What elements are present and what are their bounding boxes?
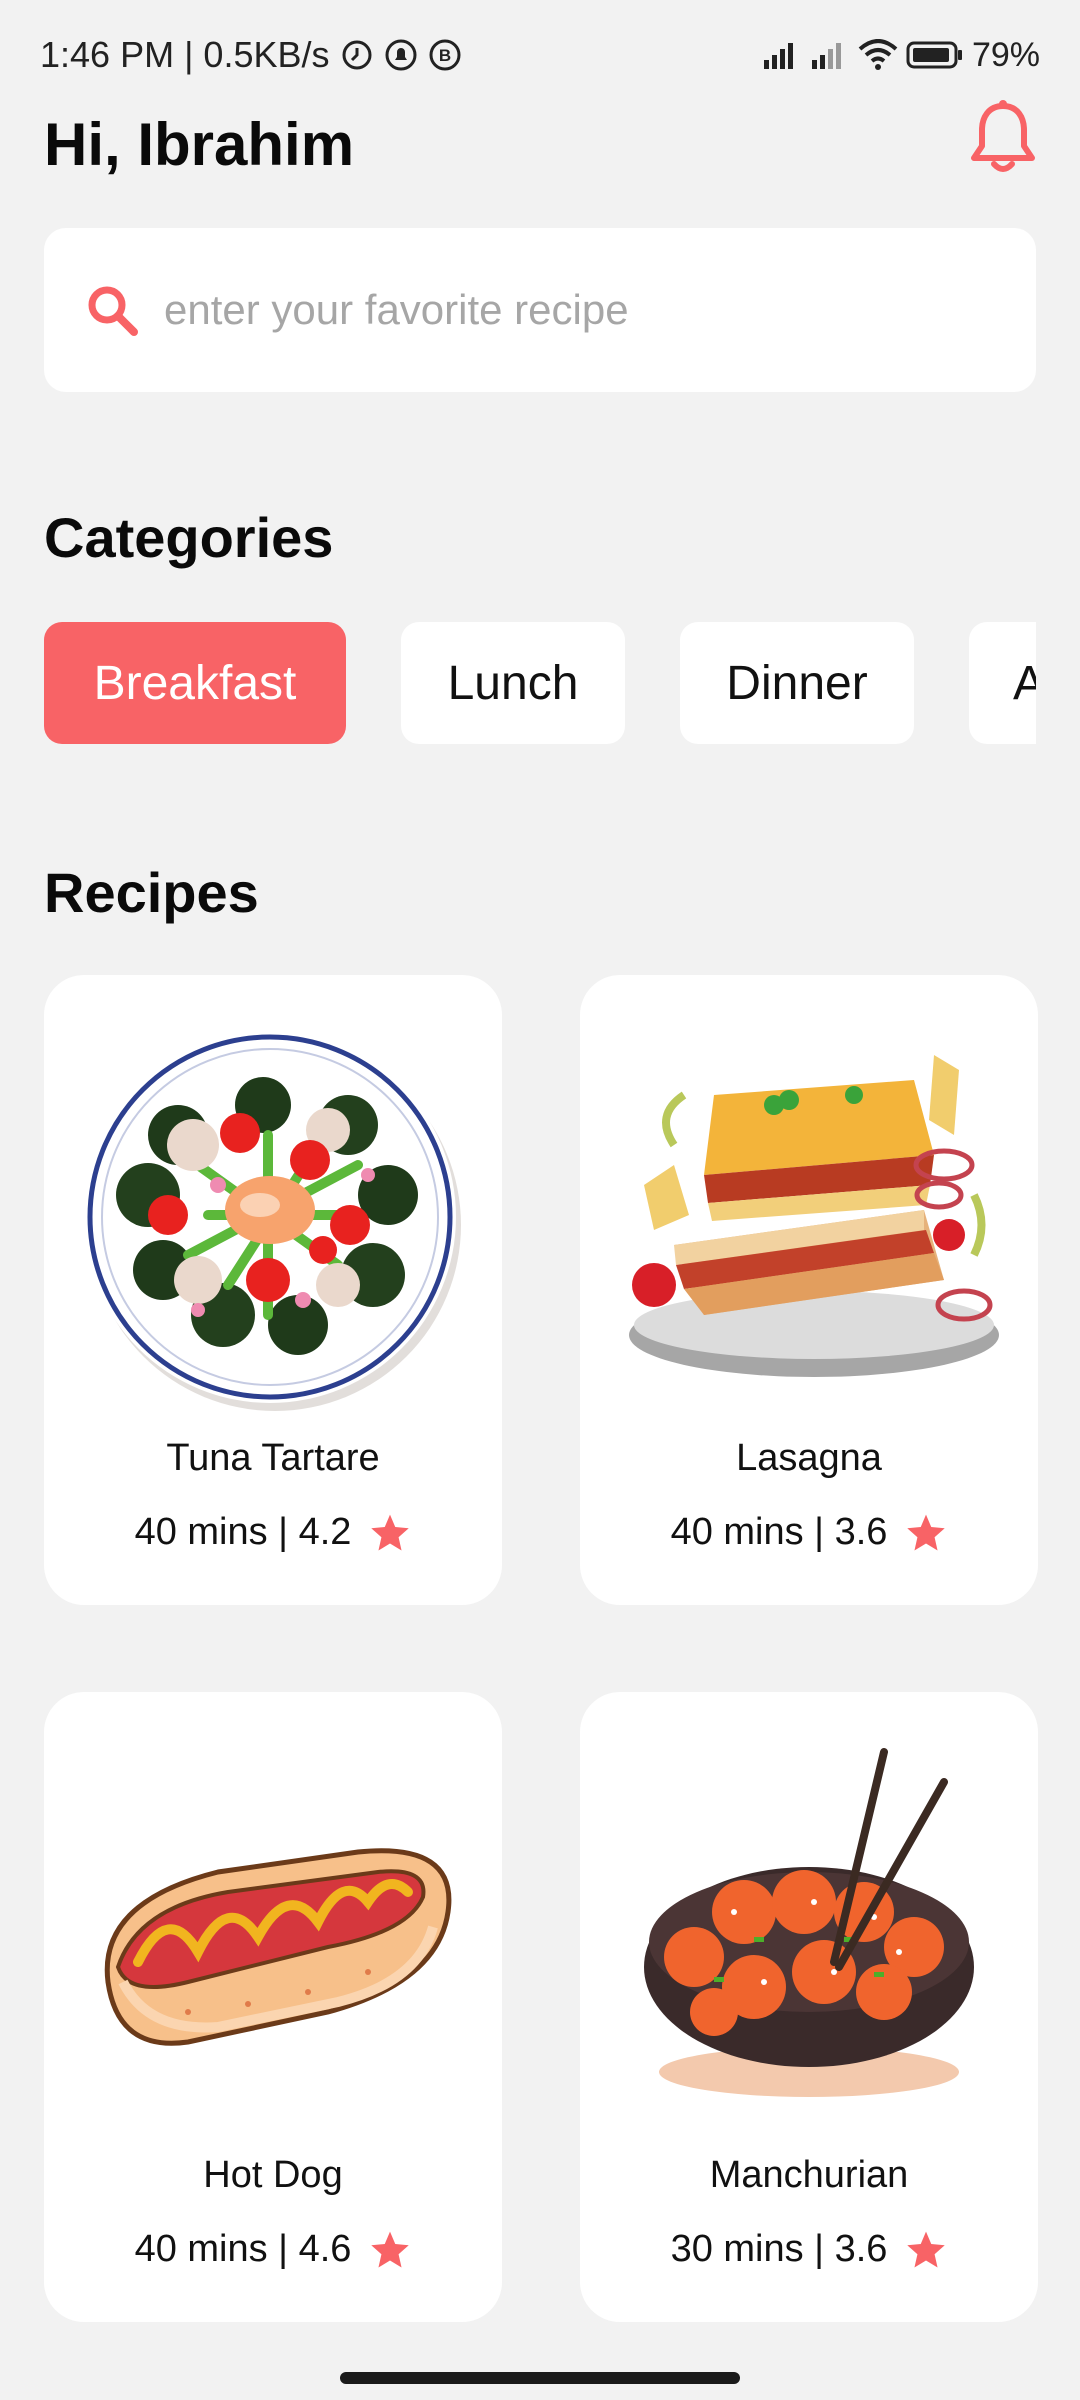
signal-icon <box>763 43 793 69</box>
search-bar[interactable] <box>44 228 1036 392</box>
recipe-card[interactable]: Lasagna 40 mins | 3.6 <box>580 975 1038 1605</box>
lasagna-image <box>629 1055 999 1377</box>
category-chip-breakfast[interactable]: Breakfast <box>44 622 346 744</box>
star-icon <box>907 2231 946 2267</box>
categories-title: Categories <box>44 506 334 569</box>
status-time: 1:46 PM | 0.5KB/s <box>40 34 330 75</box>
star-icon <box>907 1514 946 1550</box>
star-icon <box>371 2231 410 2267</box>
greeting-title: Hi, Ibrahim <box>44 111 355 178</box>
category-chip-dinner[interactable]: Dinner <box>680 622 914 744</box>
status-right: 79% <box>762 36 1040 75</box>
app-b-icon: B <box>429 39 460 71</box>
recipe-time-rating: 30 mins | 3.6 <box>670 2228 888 2270</box>
wifi-icon <box>858 39 898 70</box>
category-chip-lunch[interactable]: Lunch <box>401 622 625 744</box>
hot-dog-image <box>104 1848 452 2046</box>
battery-level: 79% <box>971 35 1040 74</box>
signal-icon-2 <box>811 43 841 69</box>
bell-icon[interactable] <box>966 98 1040 178</box>
manchurian-image <box>644 1748 974 2097</box>
recipe-name: Hot Dog <box>203 2154 343 2196</box>
search-input[interactable] <box>164 286 984 334</box>
recipe-card[interactable]: Hot Dog 40 mins | 4.6 <box>44 1692 502 2322</box>
recipe-time-rating: 40 mins | 3.6 <box>670 1511 888 1553</box>
recipe-name: Manchurian <box>709 2154 909 2196</box>
recipe-meta: 40 mins | 3.6 <box>580 1511 1038 1554</box>
recipe-name: Lasagna <box>736 1437 882 1479</box>
recipe-time-rating: 40 mins | 4.6 <box>134 2228 352 2270</box>
tuna-tartare-image <box>84 1031 461 1411</box>
recipe-card[interactable]: Tuna Tartare 40 mins | 4.2 <box>44 975 502 1605</box>
recipe-card[interactable]: Manchurian 30 mins | 3.6 <box>580 1692 1038 2322</box>
recipe-meta: 40 mins | 4.2 <box>44 1511 502 1554</box>
alarm-icon <box>342 40 371 70</box>
recipe-time-rating: 40 mins | 4.2 <box>134 1511 352 1553</box>
status-left: 1:46 PM | 0.5KB/s B <box>40 34 462 76</box>
svg-text:B: B <box>438 46 450 65</box>
status-bar: 1:46 PM | 0.5KB/s B 79% <box>0 0 1080 110</box>
search-icon <box>88 286 138 336</box>
star-icon <box>371 1514 410 1550</box>
recipe-name: Tuna Tartare <box>166 1437 380 1479</box>
notification-bell-icon <box>385 39 416 71</box>
recipes-title: Recipes <box>44 861 259 924</box>
categories-list: Breakfast Lunch Dinner A <box>44 622 1036 746</box>
recipe-meta: 30 mins | 3.6 <box>580 2228 1038 2271</box>
battery-icon <box>906 41 962 69</box>
home-indicator[interactable] <box>340 2372 740 2384</box>
category-chip-partial[interactable]: A <box>969 622 1036 744</box>
recipe-meta: 40 mins | 4.6 <box>44 2228 502 2271</box>
